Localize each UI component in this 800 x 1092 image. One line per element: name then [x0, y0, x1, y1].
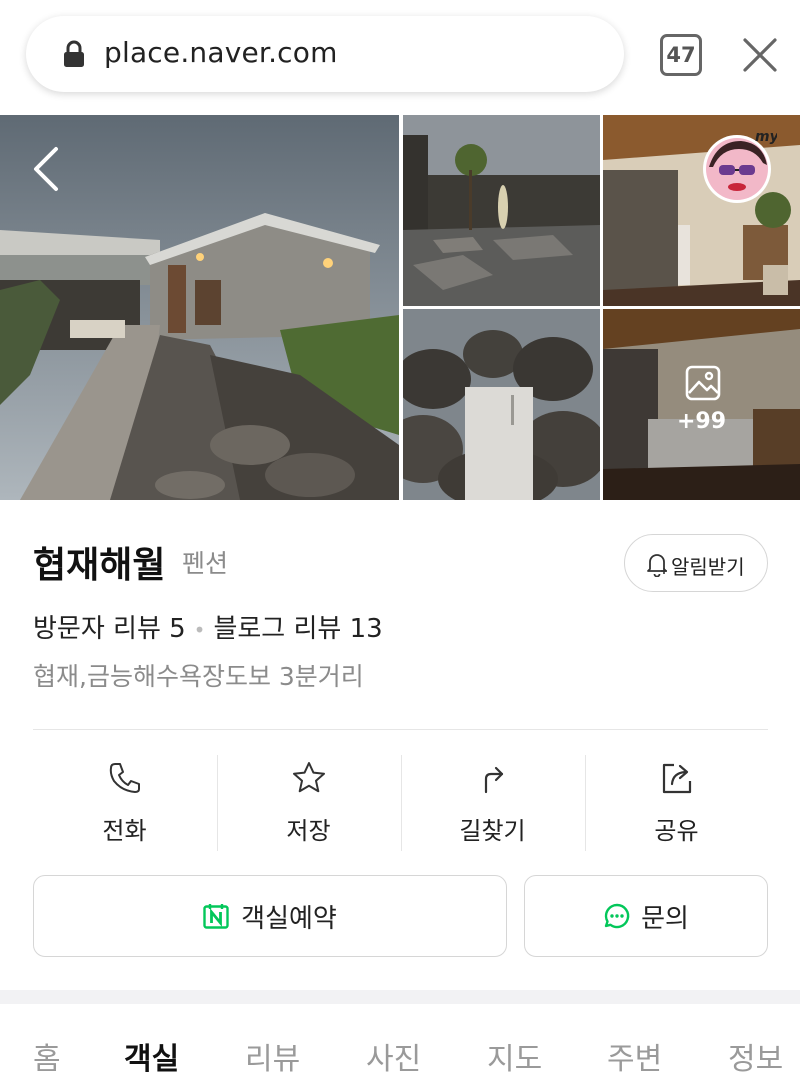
inquiry-label: 문의	[641, 903, 689, 934]
more-photos-count[interactable]: +99	[603, 409, 800, 434]
reservation-label: 객실예약	[241, 903, 337, 934]
naver-booking-icon	[203, 904, 229, 929]
browser-toolbar: place.naver.com 47	[0, 0, 800, 114]
gallery-photo[interactable]	[403, 309, 600, 500]
main-photo[interactable]	[0, 115, 399, 500]
visitor-review-link[interactable]: 방문자 리뷰 5	[33, 614, 186, 644]
star-icon	[292, 762, 325, 793]
action-row: 전화 저장 길찾기 공유	[33, 755, 768, 851]
tab-info[interactable]: 정보	[728, 1034, 783, 1078]
call-action[interactable]: 전화	[33, 755, 216, 851]
directions-label: 길찾기	[459, 817, 526, 845]
tab-home[interactable]: 홈	[33, 1034, 61, 1078]
more-photos-overlay[interactable]	[603, 309, 800, 500]
gallery-photo[interactable]: +99	[603, 309, 800, 500]
chat-bubble-icon	[604, 903, 630, 929]
close-icon[interactable]	[740, 35, 780, 75]
photo-gallery: my +99	[0, 115, 800, 500]
tab-photos[interactable]: 사진	[366, 1034, 421, 1078]
image-gallery-icon	[685, 365, 721, 401]
tab-nearby[interactable]: 주변	[607, 1034, 662, 1078]
share-action[interactable]: 공유	[585, 755, 768, 851]
inquiry-button[interactable]: 문의	[524, 875, 768, 957]
alarm-button[interactable]: 알림받기	[624, 534, 768, 592]
share-icon	[662, 763, 691, 794]
tab-bar: 홈 객실 리뷰 사진 지도 주변 정보	[0, 1004, 800, 1092]
divider	[33, 729, 768, 730]
alarm-label: 알림받기	[671, 555, 745, 579]
url-text[interactable]: place.naver.com	[104, 36, 338, 69]
svg-text:my: my	[755, 129, 777, 145]
gallery-photo[interactable]: my	[603, 115, 800, 306]
bell-plus-icon	[647, 554, 667, 577]
separator-dot: •	[193, 618, 206, 642]
phone-icon	[109, 763, 140, 793]
room-reservation-button[interactable]: 객실예약	[33, 875, 507, 957]
lock-icon	[64, 40, 84, 67]
call-label: 전화	[102, 817, 147, 845]
section-divider	[0, 990, 800, 1004]
place-category: 펜션	[182, 549, 229, 578]
save-label: 저장	[286, 817, 331, 845]
place-name: 협재해월	[33, 545, 166, 586]
my-avatar[interactable]: my	[697, 127, 777, 207]
directions-icon	[484, 766, 503, 794]
directions-action[interactable]: 길찾기	[401, 755, 584, 851]
blog-review-link[interactable]: 블로그 리뷰 13	[213, 614, 382, 644]
tab-map[interactable]: 지도	[487, 1034, 542, 1078]
review-counts: 방문자 리뷰 5 • 블로그 리뷰 13	[33, 608, 383, 645]
tab-count-button[interactable]: 47	[660, 34, 702, 76]
tab-reviews[interactable]: 리뷰	[245, 1034, 300, 1078]
share-label: 공유	[654, 817, 699, 845]
back-icon[interactable]	[28, 143, 64, 195]
tab-rooms[interactable]: 객실	[124, 1034, 179, 1078]
gallery-photo[interactable]	[403, 115, 600, 306]
save-action[interactable]: 저장	[217, 755, 400, 851]
place-description: 협재,금능해수욕장도보 3분거리	[33, 662, 364, 691]
